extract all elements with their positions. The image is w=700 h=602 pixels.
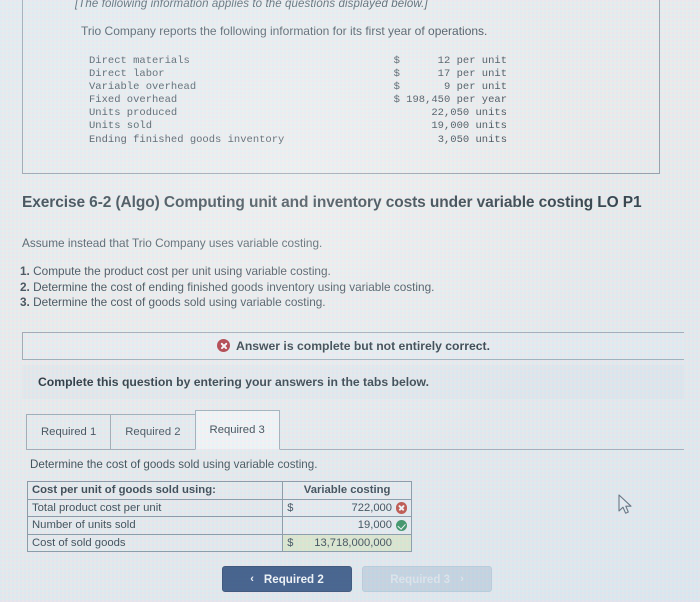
table-row: Units sold 19,000 units [89, 120, 507, 133]
check-icon [395, 519, 408, 532]
row-label: Total product cost per unit [26, 498, 284, 518]
data-label: Fixed overhead [89, 94, 178, 107]
status-badge: Answer is complete but not entirely corr… [217, 337, 490, 355]
data-value: $ 198,450 per year [393, 94, 507, 107]
tabs-underline [26, 449, 684, 450]
tab-label: Required 1 [41, 426, 97, 438]
row-value-cell[interactable]: $ 722,000 [282, 498, 412, 518]
next-button-label: Required 3 [390, 572, 451, 586]
requirement-tabs[interactable]: Required 1 Required 2 Required 3 [26, 410, 280, 450]
data-value: $ 9 per unit [393, 81, 507, 94]
requirement-number: 2. [20, 279, 30, 294]
exercise-title: Exercise 6-2 (Algo) Computing unit and i… [22, 194, 642, 211]
answer-prompt: Determine the cost of goods sold using v… [30, 458, 318, 471]
requirement-number: 1. [20, 264, 30, 278]
table-row: Direct materials $ 12 per unit [89, 55, 507, 68]
value-input[interactable]: 19,000 [297, 519, 394, 531]
data-label: Variable overhead [89, 81, 197, 94]
requirement-text: Determine the cost of goods sold using v… [33, 295, 326, 309]
value-input[interactable]: 722,000 [297, 502, 394, 514]
value-input[interactable]: 13,718,000,000 [297, 537, 394, 549]
chevron-left-icon: ‹ [250, 573, 254, 585]
tab-label: Required 2 [125, 426, 181, 438]
column-header-label: Cost per unit of goods sold using: [26, 481, 284, 500]
navigation-buttons: ‹ Required 2 Required 3 › [222, 566, 492, 592]
next-required-button[interactable]: Required 3 › [362, 566, 492, 592]
data-value: $ 12 per unit [393, 55, 507, 67]
table-header-row: Cost per unit of goods sold using: Varia… [26, 481, 412, 500]
mouse-cursor [618, 494, 634, 521]
requirement-text: Determine the cost of ending finished go… [33, 279, 435, 294]
grade-mark [394, 519, 409, 532]
data-value: 22,050 units [431, 107, 507, 120]
tab-required-3[interactable]: Required 3 [194, 410, 280, 450]
prev-required-button[interactable]: ‹ Required 2 [222, 566, 352, 592]
data-value: $ 17 per unit [393, 68, 507, 81]
error-x-icon [395, 502, 408, 514]
currency-symbol: $ [287, 537, 294, 550]
table-row: Direct labor $ 17 per unit [89, 68, 507, 81]
data-label: Direct materials [89, 55, 190, 67]
answer-status-banner: Answer is complete but not entirely corr… [22, 332, 684, 360]
information-box: [The following information applies to th… [22, 0, 660, 174]
requirement-text: Compute the product cost per unit using … [33, 264, 331, 278]
list-item: 2. Determine the cost of ending finished… [20, 280, 434, 296]
data-label: Ending finished goods inventory [89, 133, 285, 146]
list-item: 3. Determine the cost of goods sold usin… [20, 295, 434, 311]
row-value-cell[interactable]: $ 13,718,000,000 [282, 533, 412, 553]
row-label: Cost of sold goods [26, 533, 284, 553]
table-row: Number of units sold 19,000 [26, 516, 412, 535]
table-row: Ending finished goods inventory 3,050 un… [89, 134, 507, 147]
data-label: Units produced [89, 107, 178, 120]
table-row: Cost of sold goods $ 13,718,000,000 [26, 533, 412, 553]
data-value: 3,050 units [437, 133, 507, 146]
table-row: Variable overhead $ 9 per unit [89, 81, 507, 94]
grade-mark [394, 502, 409, 514]
prev-button-label: Required 2 [263, 572, 324, 586]
requirement-number: 3. [20, 295, 30, 309]
data-value: 19,000 units [431, 120, 507, 133]
info-italic-note: [The following information applies to th… [75, 0, 428, 10]
table-row: Fixed overhead $ 198,450 per year [89, 94, 507, 107]
instruction-strip: Complete this question by entering your … [22, 365, 684, 399]
table-row: Units produced 22,050 units [89, 107, 507, 120]
row-label: Number of units sold [26, 516, 284, 535]
column-header-value: Variable costing [282, 481, 412, 500]
tab-required-1[interactable]: Required 1 [26, 414, 112, 450]
assume-text: Assume instead that Trio Company uses va… [22, 236, 323, 250]
answer-status-text: Answer is complete but not entirely corr… [236, 339, 490, 353]
instruction-text: Complete this question by entering your … [38, 375, 429, 389]
answer-table: Cost per unit of goods sold using: Varia… [26, 481, 412, 553]
error-x-icon [217, 339, 231, 352]
list-item: 1. Compute the product cost per unit usi… [20, 264, 434, 280]
table-row: Total product cost per unit $ 722,000 [26, 498, 412, 518]
tab-label: Required 3 [209, 424, 265, 436]
info-lead-text: Trio Company reports the following infor… [81, 24, 488, 38]
question-page: [The following information applies to th… [0, 0, 700, 602]
chevron-right-icon: › [460, 573, 464, 585]
data-label: Direct labor [89, 68, 165, 81]
tab-required-2[interactable]: Required 2 [110, 414, 196, 450]
data-label: Units sold [89, 120, 153, 133]
company-data-table: Direct materials $ 12 per unit Direct la… [89, 55, 507, 147]
row-value-cell[interactable]: 19,000 [282, 516, 412, 535]
currency-symbol: $ [287, 501, 294, 514]
requirements-list: 1. Compute the product cost per unit usi… [20, 264, 434, 311]
